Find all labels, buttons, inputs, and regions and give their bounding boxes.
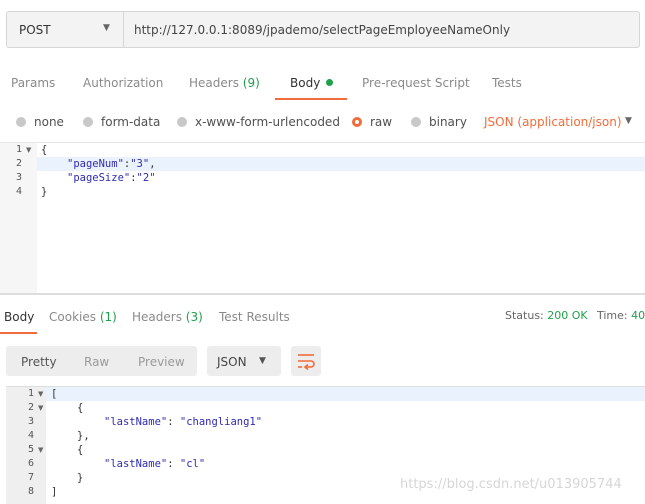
radio-binary[interactable]: binary	[411, 115, 467, 129]
editor-border	[6, 386, 645, 387]
method-select[interactable]: POST ▼	[6, 11, 123, 48]
radio-urlencoded[interactable]: x-www-form-urlencoded	[177, 115, 340, 129]
code-brace: }	[77, 472, 84, 484]
response-tab-headers[interactable]: Headers (3)	[132, 310, 203, 324]
time-value: 40	[631, 309, 645, 322]
code-line-lastname: "lastName": "cl"	[104, 458, 206, 470]
tab-body[interactable]: Body	[290, 76, 334, 90]
format-value: JSON	[217, 355, 247, 369]
line-number: 8	[27, 486, 34, 497]
code-brace: {	[77, 402, 84, 414]
pretty-button[interactable]: Pretty	[21, 355, 57, 369]
code-line-lastname: "lastName": "changliang1"	[104, 416, 263, 428]
line-number: 6	[27, 458, 34, 469]
wrap-lines-button[interactable]	[291, 346, 321, 376]
method-value: POST	[19, 23, 51, 37]
line-number: 3	[15, 172, 22, 183]
fold-arrow-icon[interactable]: ▼	[26, 146, 31, 154]
tab-pre-request-script[interactable]: Pre-request Script	[362, 76, 470, 90]
radio-form-data[interactable]: form-data	[83, 115, 160, 129]
line-number: 2	[15, 158, 22, 169]
radio-circle-icon	[411, 117, 421, 127]
code-line-pagesize[interactable]: "pageSize":"2"	[67, 171, 156, 185]
line-number: 4	[15, 186, 22, 197]
active-tab-underline	[0, 332, 37, 334]
tab-params[interactable]: Params	[11, 76, 55, 90]
radio-selected-icon	[352, 117, 362, 127]
code-bracket: [	[51, 388, 58, 400]
line-number: 1	[15, 144, 22, 155]
time-label: Time: 40	[597, 309, 645, 322]
tab-headers[interactable]: Headers (9)	[189, 76, 260, 90]
radio-none[interactable]: none	[16, 115, 64, 129]
watermark: https://blog.csdn.net/u013905744	[400, 477, 622, 492]
pane-divider[interactable]	[0, 293, 645, 295]
tab-tests[interactable]: Tests	[492, 76, 522, 90]
line-number: 7	[27, 472, 34, 483]
line-number: 5	[27, 444, 34, 455]
tab-authorization[interactable]: Authorization	[83, 76, 163, 90]
chevron-down-icon: ▼	[103, 23, 110, 33]
status-label: Status: 200 OK	[505, 309, 588, 322]
line-number: 3	[27, 416, 34, 427]
fold-arrow-icon[interactable]: ▼	[38, 446, 43, 454]
preview-button[interactable]: Preview	[138, 355, 185, 369]
fold-arrow-icon[interactable]: ▼	[38, 404, 43, 412]
chevron-down-icon: ▼	[259, 356, 266, 366]
line-number: 4	[27, 430, 34, 441]
radio-raw[interactable]: raw	[352, 115, 392, 129]
wrap-icon	[298, 354, 315, 371]
active-line-highlight	[46, 387, 645, 401]
response-tab-body[interactable]: Body	[4, 310, 34, 324]
url-value: http://127.0.0.1:8089/jpademo/selectPage…	[134, 23, 511, 37]
fold-arrow-icon[interactable]: ▼	[38, 390, 43, 398]
body-indicator-dot	[326, 79, 334, 86]
code-bracket: ]	[51, 486, 58, 498]
radio-circle-icon	[177, 117, 187, 127]
line-number: 2	[27, 402, 34, 413]
format-select[interactable]: JSON ▼	[207, 346, 281, 376]
status-value: 200 OK	[547, 309, 588, 322]
raw-button[interactable]: Raw	[84, 355, 109, 369]
url-input[interactable]: http://127.0.0.1:8089/jpademo/selectPage…	[123, 11, 640, 48]
radio-circle-icon	[16, 117, 26, 127]
code-brace: {	[77, 444, 84, 456]
editor-border	[0, 142, 645, 143]
line-number: 1	[27, 388, 34, 399]
code-line-pagenum[interactable]: "pageNum":"3",	[67, 157, 156, 171]
headers-count: (9)	[242, 76, 260, 90]
code-brace: }	[41, 186, 48, 198]
radio-circle-icon	[83, 117, 93, 127]
response-tab-test-results[interactable]: Test Results	[219, 310, 290, 324]
response-tab-cookies[interactable]: Cookies (1)	[49, 310, 117, 324]
code-brace: },	[77, 430, 90, 442]
chevron-down-icon[interactable]: ▼	[625, 116, 632, 126]
active-tab-underline	[275, 98, 347, 100]
content-type-select[interactable]: JSON (application/json)	[484, 115, 622, 129]
code-brace: {	[41, 144, 48, 156]
